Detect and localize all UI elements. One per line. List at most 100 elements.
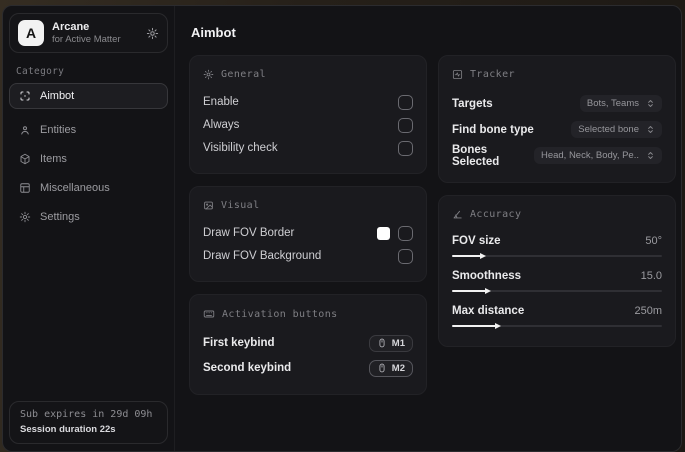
visibility-check-checkbox[interactable]	[398, 140, 413, 156]
mouse-icon	[377, 338, 387, 348]
general-header: General	[203, 69, 413, 80]
toggle-label: Draw FOV Background	[203, 250, 322, 262]
person-target-icon	[19, 124, 31, 136]
slider-max-distance: Max distance 250m	[452, 301, 662, 329]
activation-buttons-card: Activation buttons First keybind M1 Seco…	[189, 294, 427, 395]
sidebar-item-miscellaneous[interactable]: Miscellaneous	[9, 175, 168, 201]
sidebar-item-label: Items	[40, 153, 67, 165]
radar-activity-icon	[452, 69, 463, 80]
brand-subtitle: for Active Matter	[52, 33, 121, 45]
toggle-label: Enable	[203, 96, 239, 108]
general-card: General Enable Always Visibility check	[189, 55, 427, 174]
slider-fill	[452, 322, 502, 329]
slider-thumb[interactable]	[495, 322, 502, 329]
keybind-value: M1	[391, 337, 405, 349]
find-bone-type-select[interactable]: Selected bone	[571, 121, 662, 138]
select-label: Bones Selected	[452, 143, 500, 168]
accuracy-header: Accuracy	[452, 209, 662, 220]
sidebar-item-label: Aimbot	[40, 90, 75, 102]
session-duration-text: Session duration 22s	[20, 424, 116, 435]
targets-select[interactable]: Bots, Teams	[579, 95, 662, 112]
sidebar-item-settings[interactable]: Settings	[9, 204, 168, 230]
max-distance-slider[interactable]	[452, 322, 662, 329]
slider-fill	[452, 252, 487, 259]
tracker-header: Tracker	[452, 69, 662, 80]
gear-icon[interactable]	[146, 27, 159, 40]
sidebar-nav: Aimbot Entities Items Miscellaneous Sett…	[3, 83, 174, 230]
slider-label: FOV size	[452, 235, 501, 247]
brand-text: Arcane for Active Matter	[52, 21, 121, 46]
right-column: Tracker Targets Bots, Teams Find bone ty…	[438, 55, 676, 359]
select-row-find-bone-type: Find bone type Selected bone	[452, 117, 662, 142]
unfold-icon	[646, 99, 655, 108]
accuracy-header-label: Accuracy	[470, 209, 522, 220]
select-value: Bots, Teams	[586, 98, 639, 109]
accuracy-card: Accuracy FOV size 50° Smoothness 15.0 Ma…	[438, 195, 676, 347]
sidebar-item-aimbot[interactable]: Aimbot	[9, 83, 168, 109]
general-header-label: General	[221, 69, 266, 80]
sidebar-item-items[interactable]: Items	[9, 146, 168, 172]
second-keybind-button[interactable]: M2	[368, 359, 413, 377]
brand-title: Arcane	[52, 20, 90, 33]
select-label: Targets	[452, 97, 493, 110]
select-value: Selected bone	[578, 124, 639, 135]
keybind-label: First keybind	[203, 337, 275, 349]
draw-fov-background-checkbox[interactable]	[398, 248, 413, 264]
cube-icon	[19, 153, 31, 165]
draw-fov-border-checkbox[interactable]	[398, 225, 413, 241]
slider-label: Max distance	[452, 305, 525, 317]
mouse-icon	[377, 363, 387, 373]
keybind-row-second: Second keybind M2	[203, 356, 413, 380]
keyboard-icon	[203, 308, 215, 320]
settings-gear-icon	[19, 211, 31, 223]
keybind-value: M2	[391, 362, 405, 374]
sub-expires-text: Sub expires in 29d 09h	[20, 409, 153, 420]
bones-selected-select[interactable]: Head, Neck, Body, Pe..	[533, 147, 662, 164]
enable-checkbox[interactable]	[398, 94, 413, 110]
unfold-icon	[646, 151, 655, 160]
activation-header: Activation buttons	[203, 308, 413, 320]
smoothness-slider[interactable]	[452, 287, 662, 294]
toggle-row-enable: Enable	[203, 91, 413, 113]
image-icon	[203, 200, 214, 211]
toggle-row-draw-fov-border: Draw FOV Border	[203, 222, 413, 244]
slider-smoothness: Smoothness 15.0	[452, 266, 662, 294]
slider-thumb[interactable]	[484, 287, 491, 294]
toggle-label: Draw FOV Border	[203, 227, 295, 239]
fov-size-slider[interactable]	[452, 252, 662, 259]
slider-label: Smoothness	[452, 270, 522, 282]
unfold-icon	[646, 125, 655, 134]
sidebar-item-label: Entities	[40, 124, 77, 136]
select-row-bones-selected: Bones Selected Head, Neck, Body, Pe..	[452, 143, 662, 168]
select-row-targets: Targets Bots, Teams	[452, 91, 662, 116]
toggle-row-always: Always	[203, 114, 413, 136]
sidebar-item-label: Miscellaneous	[40, 182, 110, 194]
slider-fill	[452, 287, 491, 294]
select-value: Head, Neck, Body, Pe..	[540, 150, 639, 161]
tracker-card: Tracker Targets Bots, Teams Find bone ty…	[438, 55, 676, 183]
visual-header-label: Visual	[221, 200, 260, 211]
sidebar: A Arcane for Active Matter Category Aimb…	[3, 6, 175, 451]
sidebar-item-entities[interactable]: Entities	[9, 117, 168, 143]
visual-header: Visual	[203, 200, 413, 211]
sidebar-item-label: Settings	[40, 211, 80, 223]
slider-value: 50°	[645, 235, 662, 247]
first-keybind-button[interactable]: M1	[368, 334, 413, 352]
slider-fov-size: FOV size 50°	[452, 231, 662, 259]
toggle-row-draw-fov-background: Draw FOV Background	[203, 245, 413, 267]
tracker-header-label: Tracker	[470, 69, 515, 80]
toggle-row-visibility-check: Visibility check	[203, 137, 413, 159]
slider-value: 15.0	[640, 270, 662, 282]
subscription-status-card: Sub expires in 29d 09h Session duration …	[9, 401, 168, 444]
category-label: Category	[16, 66, 65, 77]
fov-border-controls	[377, 225, 413, 241]
main-content: Aimbot General Enable Always Visibility …	[175, 6, 681, 451]
slider-thumb[interactable]	[480, 252, 487, 259]
toggle-label: Visibility check	[203, 142, 278, 154]
fov-border-color-swatch[interactable]	[377, 226, 390, 240]
visual-card: Visual Draw FOV Border Draw FOV Backgrou…	[189, 186, 427, 282]
brand-logo: A	[18, 20, 44, 46]
always-checkbox[interactable]	[398, 117, 413, 133]
scan-icon	[19, 90, 31, 102]
keybind-label: Second keybind	[203, 362, 292, 374]
